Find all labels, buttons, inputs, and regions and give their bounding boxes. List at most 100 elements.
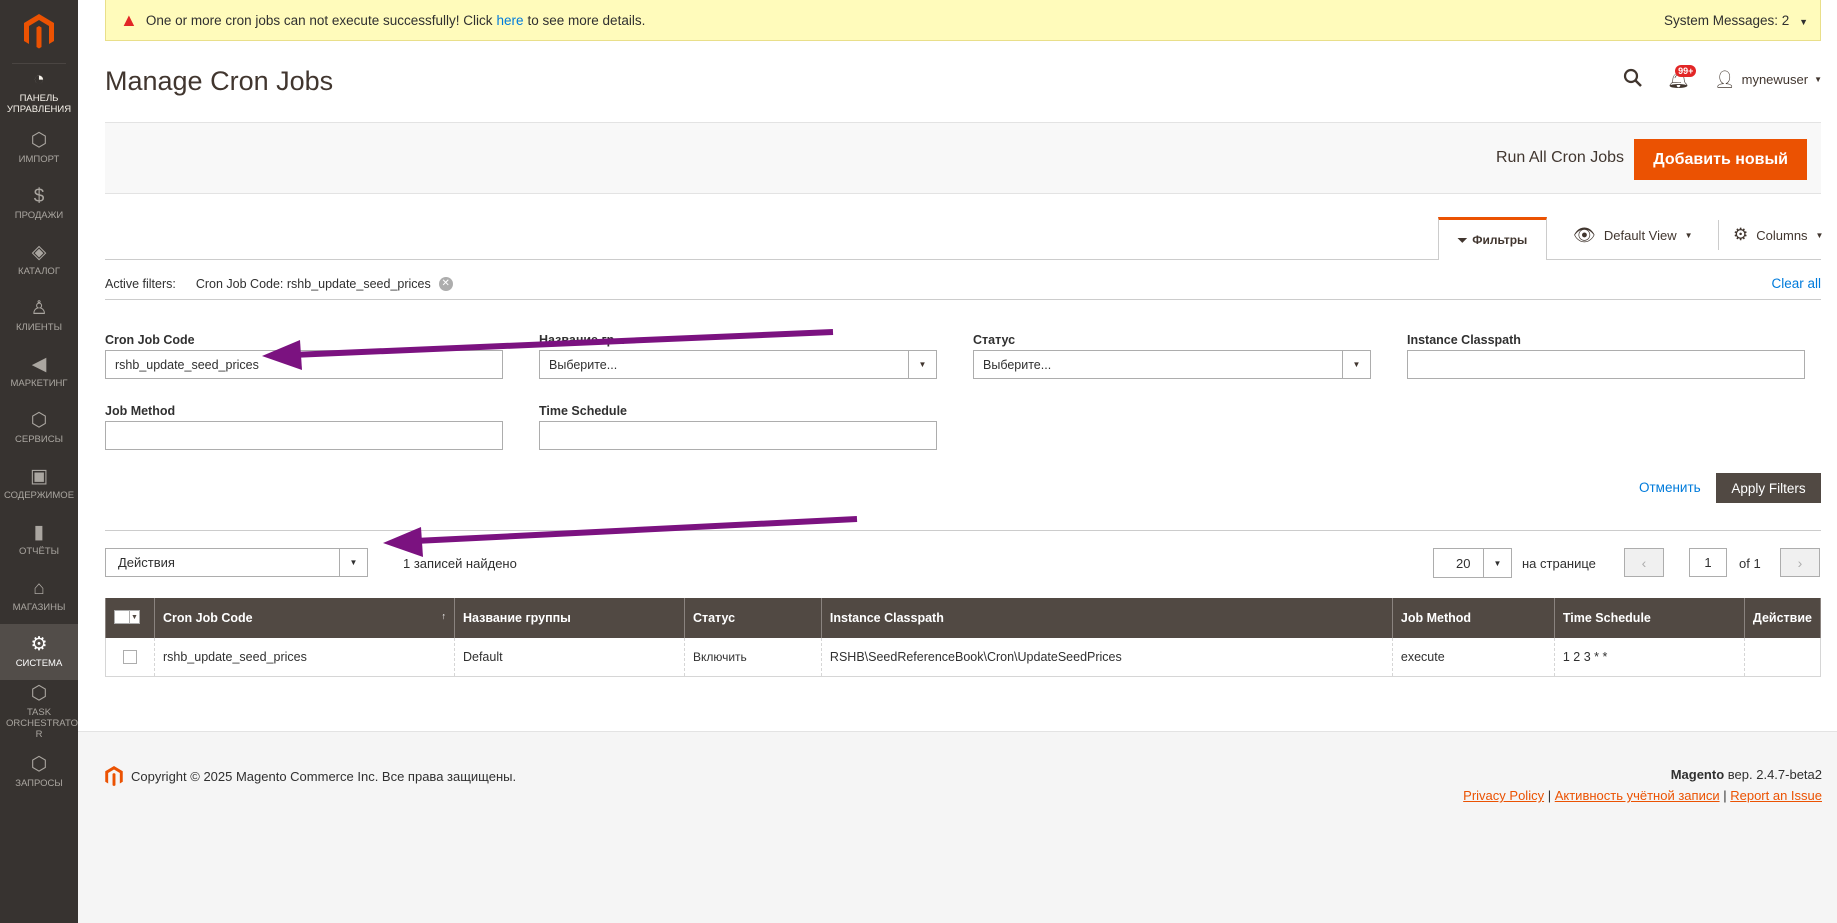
page-number-input[interactable]: 1 bbox=[1689, 548, 1727, 577]
sidebar-item-import[interactable]: ⬡ ИМПОРТ bbox=[0, 120, 78, 176]
notifications-button[interactable]: 🔔︎ 99+ bbox=[1667, 65, 1697, 90]
sidebar-item-label: СОДЕРЖИМОЕ bbox=[3, 490, 75, 501]
page-actions-bar: Run All Cron Jobs Добавить новый bbox=[105, 122, 1821, 194]
sidebar-item-sales[interactable]: $ ПРОДАЖИ bbox=[0, 176, 78, 232]
mass-select-header[interactable]: ▼ bbox=[105, 598, 155, 638]
default-view-label: Default View bbox=[1603, 228, 1677, 243]
sidebar-item-dashboard[interactable]: ◔ ПАНЕЛЬ УПРАВЛЕНИЯ bbox=[0, 64, 78, 120]
group-name-label: Название гр... bbox=[539, 333, 625, 347]
default-view-dropdown[interactable]: 👁︎ Default View ▼ bbox=[1573, 225, 1693, 246]
time-schedule-input[interactable] bbox=[539, 421, 937, 450]
sidebar-item-services[interactable]: ⬡ СЕРВИСЫ bbox=[0, 400, 78, 456]
sidebar-item-label: ОТЧЁТЫ bbox=[18, 546, 60, 557]
sidebar-item-stores[interactable]: ⌂ МАГАЗИНЫ bbox=[0, 568, 78, 624]
tab-filters[interactable]: ⏷ Фильтры bbox=[1438, 217, 1547, 260]
active-filter-chip: Cron Job Code: rshb_update_seed_prices ✕ bbox=[196, 276, 453, 291]
system-messages-toggle[interactable]: System Messages: 2 ▼ bbox=[1664, 13, 1808, 28]
sidebar-item-marketing[interactable]: ◀ МАРКЕТИНГ bbox=[0, 344, 78, 400]
cron-job-code-label: Cron Job Code bbox=[105, 333, 195, 347]
time-schedule-label: Time Schedule bbox=[539, 404, 627, 418]
apply-filters-button[interactable]: Apply Filters bbox=[1716, 473, 1821, 503]
add-new-button[interactable]: Добавить новый bbox=[1634, 139, 1807, 180]
version-info: Magento вер. 2.4.7-beta2 bbox=[1671, 767, 1822, 782]
cell-action[interactable] bbox=[1743, 638, 1822, 677]
toolbar-divider bbox=[105, 259, 1821, 260]
job-method-label: Job Method bbox=[105, 404, 176, 418]
status-label: Статус bbox=[973, 333, 1016, 347]
system-message-text-after: to see more details. bbox=[527, 12, 646, 28]
user-icon: 👤︎ bbox=[1714, 69, 1736, 89]
brand-name: Magento bbox=[1670, 767, 1725, 782]
run-all-cron-jobs-button[interactable]: Run All Cron Jobs bbox=[1496, 149, 1624, 167]
filters-divider bbox=[105, 530, 1821, 531]
grid-header-row: ▼ Cron Job Code ↑ Название группы Статус… bbox=[105, 598, 1822, 638]
sidebar-item-label: ПАНЕЛЬ УПРАВЛЕНИЯ bbox=[6, 92, 72, 115]
system-message-link[interactable]: here bbox=[496, 13, 523, 28]
column-header-group-name[interactable]: Название группы bbox=[453, 598, 685, 638]
sidebar-item-customers[interactable]: ♙ КЛИЕНТЫ bbox=[0, 288, 78, 344]
sidebar-item-catalog[interactable]: ◈ КАТАЛОГ bbox=[0, 232, 78, 288]
column-header-action: Действие bbox=[1743, 598, 1822, 638]
magento-logo[interactable] bbox=[12, 0, 66, 64]
notifications-badge: 99+ bbox=[1675, 65, 1697, 77]
column-header-time-schedule[interactable]: Time Schedule bbox=[1553, 598, 1745, 638]
sidebar-item-label: МАРКЕТИНГ bbox=[10, 378, 68, 389]
sidebar-item-label: TASK ORCHESTRATO R bbox=[6, 707, 78, 740]
column-label: Cron Job Code bbox=[162, 611, 253, 625]
privacy-policy-link[interactable]: Privacy Policy bbox=[1463, 788, 1544, 803]
status-select[interactable]: Выберите... ▼ bbox=[973, 350, 1371, 379]
cron-jobs-grid: ▼ Cron Job Code ↑ Название группы Статус… bbox=[105, 598, 1822, 677]
filters-tab-label: Фильтры bbox=[1472, 233, 1528, 247]
previous-page-button[interactable]: ‹ bbox=[1624, 548, 1664, 577]
table-row[interactable]: rshb_update_seed_prices Default Включить… bbox=[105, 638, 1822, 677]
instance-classpath-label: Instance Classpath bbox=[1407, 333, 1521, 347]
per-page-select[interactable]: 20 ▼ bbox=[1433, 548, 1512, 578]
mass-actions-select[interactable]: Действия ▼ bbox=[105, 548, 368, 577]
cell-time-schedule: 1 2 3 * * bbox=[1553, 638, 1745, 677]
sidebar-item-task-orchestrator[interactable]: ⬡ TASK ORCHESTRATO R bbox=[0, 680, 78, 744]
page-total: of 1 bbox=[1739, 556, 1761, 571]
system-message-bar: ▲ One or more cron jobs can not execute … bbox=[105, 0, 1821, 41]
username: mynewuser bbox=[1741, 72, 1809, 87]
remove-filter-icon[interactable]: ✕ bbox=[438, 276, 453, 291]
cell-instance-classpath: RSHB\SeedReferenceBook\Cron\UpdateSeedPr… bbox=[820, 638, 1393, 677]
cell-cron-job-code: rshb_update_seed_prices bbox=[153, 638, 455, 677]
column-header-instance-classpath[interactable]: Instance Classpath bbox=[820, 598, 1393, 638]
bar-chart-icon: ▮ bbox=[33, 522, 45, 543]
system-message-text: One or more cron jobs can not execute su… bbox=[145, 12, 493, 28]
column-header-status[interactable]: Статус bbox=[683, 598, 822, 638]
user-menu[interactable]: 👤︎ mynewuser ▼ bbox=[1714, 70, 1822, 90]
magento-logo-icon bbox=[24, 13, 54, 48]
report-issue-link[interactable]: Report an Issue bbox=[1730, 788, 1822, 803]
cell-status: Включить bbox=[683, 638, 822, 677]
cancel-filters-link[interactable]: Отменить bbox=[1639, 480, 1701, 495]
header-actions: 🔔︎ 99+ 👤︎ mynewuser ▼ bbox=[1623, 65, 1822, 91]
sidebar-item-label: ИМПОРТ bbox=[18, 154, 60, 165]
chevron-down-icon: ▼ bbox=[1483, 549, 1511, 577]
chevron-down-icon: ▼ bbox=[908, 351, 936, 378]
per-page-value: 20 bbox=[1456, 555, 1471, 571]
column-header-cron-job-code[interactable]: Cron Job Code ↑ bbox=[153, 598, 455, 638]
account-activity-link[interactable]: Активность учётной записи bbox=[1555, 788, 1720, 803]
chevron-down-icon: ▼ bbox=[1814, 75, 1822, 84]
sidebar-item-label: ЗАПРОСЫ bbox=[15, 778, 63, 789]
instance-classpath-input[interactable] bbox=[1407, 350, 1805, 379]
cron-job-code-input[interactable]: rshb_update_seed_prices bbox=[105, 350, 503, 379]
page-footer: Copyright © 2025 Magento Commerce Inc. В… bbox=[78, 731, 1837, 923]
next-page-button[interactable]: › bbox=[1780, 548, 1820, 577]
columns-dropdown[interactable]: ⚙ Columns ▼ bbox=[1718, 220, 1823, 250]
sidebar-item-requests[interactable]: ⬡ ЗАПРОСЫ bbox=[0, 744, 78, 800]
column-header-job-method[interactable]: Job Method bbox=[1391, 598, 1555, 638]
group-name-select[interactable]: Выберите... ▼ bbox=[539, 350, 937, 379]
row-checkbox[interactable] bbox=[122, 650, 137, 665]
clear-all-link[interactable]: Clear all bbox=[1771, 276, 1821, 291]
page-title: Manage Cron Jobs bbox=[105, 66, 334, 96]
records-found: 1 записей найдено bbox=[403, 556, 517, 571]
mass-select-checkbox[interactable]: ▼ bbox=[114, 610, 140, 624]
job-method-input[interactable] bbox=[105, 421, 503, 450]
sidebar-item-content[interactable]: ▣ СОДЕРЖИМОЕ bbox=[0, 456, 78, 512]
filter-icon: ⏷ bbox=[1457, 232, 1468, 247]
sidebar-item-system[interactable]: ⚙ СИСТЕМА bbox=[0, 624, 78, 680]
sidebar-item-reports[interactable]: ▮ ОТЧЁТЫ bbox=[0, 512, 78, 568]
search-icon[interactable] bbox=[1623, 68, 1643, 91]
